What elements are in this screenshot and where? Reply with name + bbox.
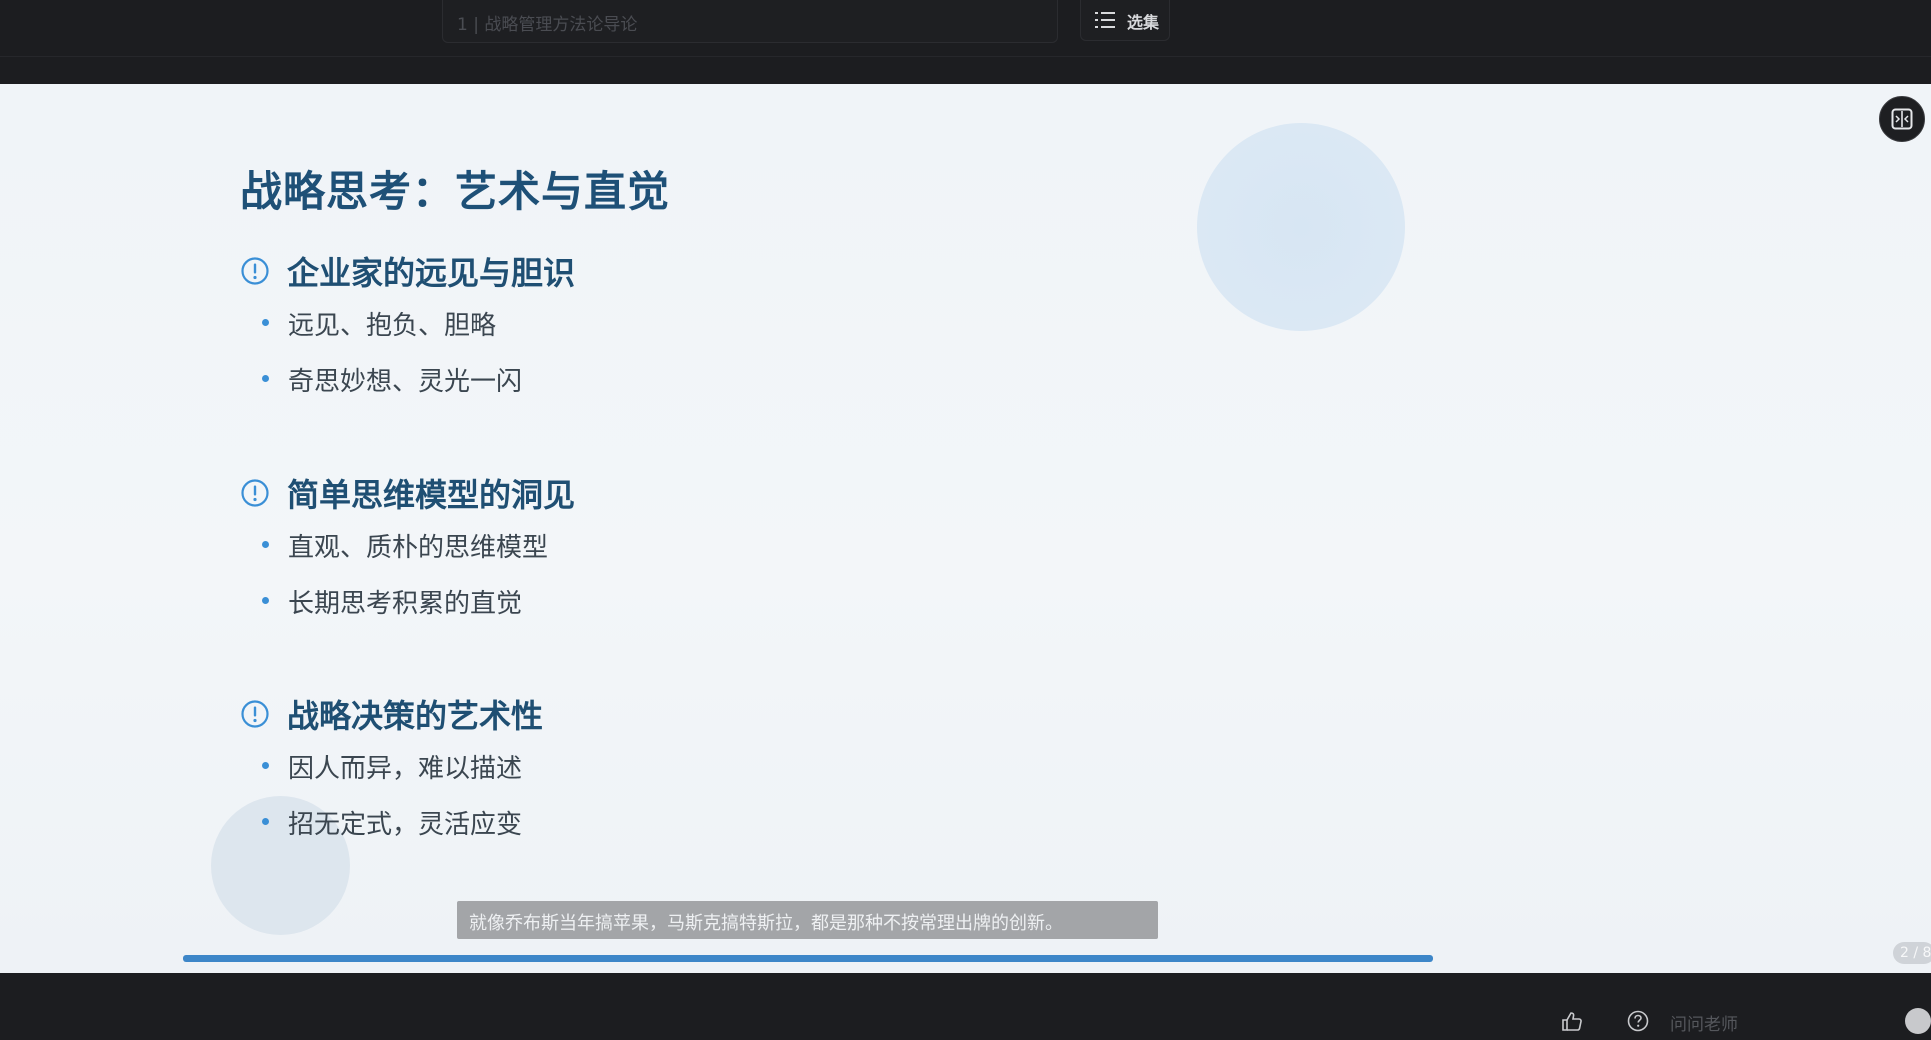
- bullet-text: 远见、抱负、胆略: [288, 311, 497, 341]
- bullet-dot: [262, 762, 269, 769]
- bullet-text: 奇思妙想、灵光一闪: [288, 367, 523, 397]
- bullet-text: 直观、质朴的思维模型: [288, 533, 549, 563]
- ask-teacher-placeholder: 问问老师: [1670, 1015, 1738, 1035]
- list-icon: [1095, 12, 1115, 28]
- playlist-button[interactable]: 选集: [1080, 0, 1170, 41]
- split-view-button[interactable]: [1879, 96, 1925, 142]
- page-indicator: 2 / 8: [1893, 942, 1931, 964]
- bullet-dot: [262, 597, 269, 604]
- slide-area[interactable]: 战略思考：艺术与直觉 企业家的远见与胆识 远见、抱负、胆略 奇思妙想、灵光一闪: [0, 84, 1931, 973]
- list-item: 远见、抱负、胆略: [240, 292, 940, 348]
- ask-teacher-input[interactable]: 问问老师: [1670, 1005, 1900, 1035]
- section-title: 简单思维模型的洞见: [287, 476, 576, 514]
- slide-title: 战略思考：艺术与直觉: [240, 167, 671, 216]
- bullet-dot: [262, 375, 269, 382]
- bullet-dot: [262, 818, 269, 825]
- section-vision: 企业家的远见与胆识 远见、抱负、胆略 奇思妙想、灵光一闪: [240, 248, 940, 404]
- info-circle-icon: [241, 700, 269, 728]
- split-view-icon: [1891, 108, 1913, 130]
- info-circle-icon: [241, 257, 269, 285]
- bullet-dot: [262, 319, 269, 326]
- list-item: 直观、质朴的思维模型: [240, 514, 940, 570]
- decorative-circle: [1197, 123, 1405, 331]
- subtitle-caption: 就像乔布斯当年搞苹果，马斯克搞特斯拉，都是那种不按常理出牌的创新。: [457, 901, 1158, 939]
- lesson-title: 1 | 战略管理方法论导论: [457, 15, 638, 35]
- list-item: 因人而异，难以描述: [240, 735, 940, 791]
- section-title: 企业家的远见与胆识: [287, 254, 576, 292]
- list-item: 奇思妙想、灵光一闪: [240, 348, 940, 404]
- question-circle-icon[interactable]: [1627, 1010, 1649, 1032]
- top-bar: 1 | 战略管理方法论导论 选集: [0, 0, 1931, 84]
- top-bar-divider: [0, 56, 1931, 57]
- info-circle-icon: [241, 479, 269, 507]
- list-item: 招无定式，灵活应变: [240, 791, 940, 847]
- page-indicator-text: 2 / 8: [1900, 945, 1931, 961]
- list-item: 长期思考积累的直觉: [240, 570, 940, 626]
- section-mental-model: 简单思维模型的洞见 直观、质朴的思维模型 长期思考积累的直觉: [240, 470, 940, 626]
- bullet-text: 招无定式，灵活应变: [288, 810, 523, 840]
- playlist-label: 选集: [1127, 13, 1160, 32]
- section-decision-art: 战略决策的艺术性 因人而异，难以描述 招无定式，灵活应变: [240, 691, 940, 847]
- subtitle-text: 就像乔布斯当年搞苹果，马斯克搞特斯拉，都是那种不按常理出牌的创新。: [469, 913, 1063, 934]
- section-title: 战略决策的艺术性: [287, 697, 544, 735]
- thumbs-up-icon[interactable]: [1561, 1010, 1583, 1032]
- bullet-dot: [262, 541, 269, 548]
- bullet-text: 因人而异，难以描述: [288, 754, 523, 784]
- bullet-text: 长期思考积累的直觉: [288, 589, 523, 619]
- lesson-title-box[interactable]: 1 | 战略管理方法论导论: [442, 0, 1058, 43]
- avatar[interactable]: [1905, 1008, 1931, 1034]
- slide-progress-bar[interactable]: [183, 955, 1433, 962]
